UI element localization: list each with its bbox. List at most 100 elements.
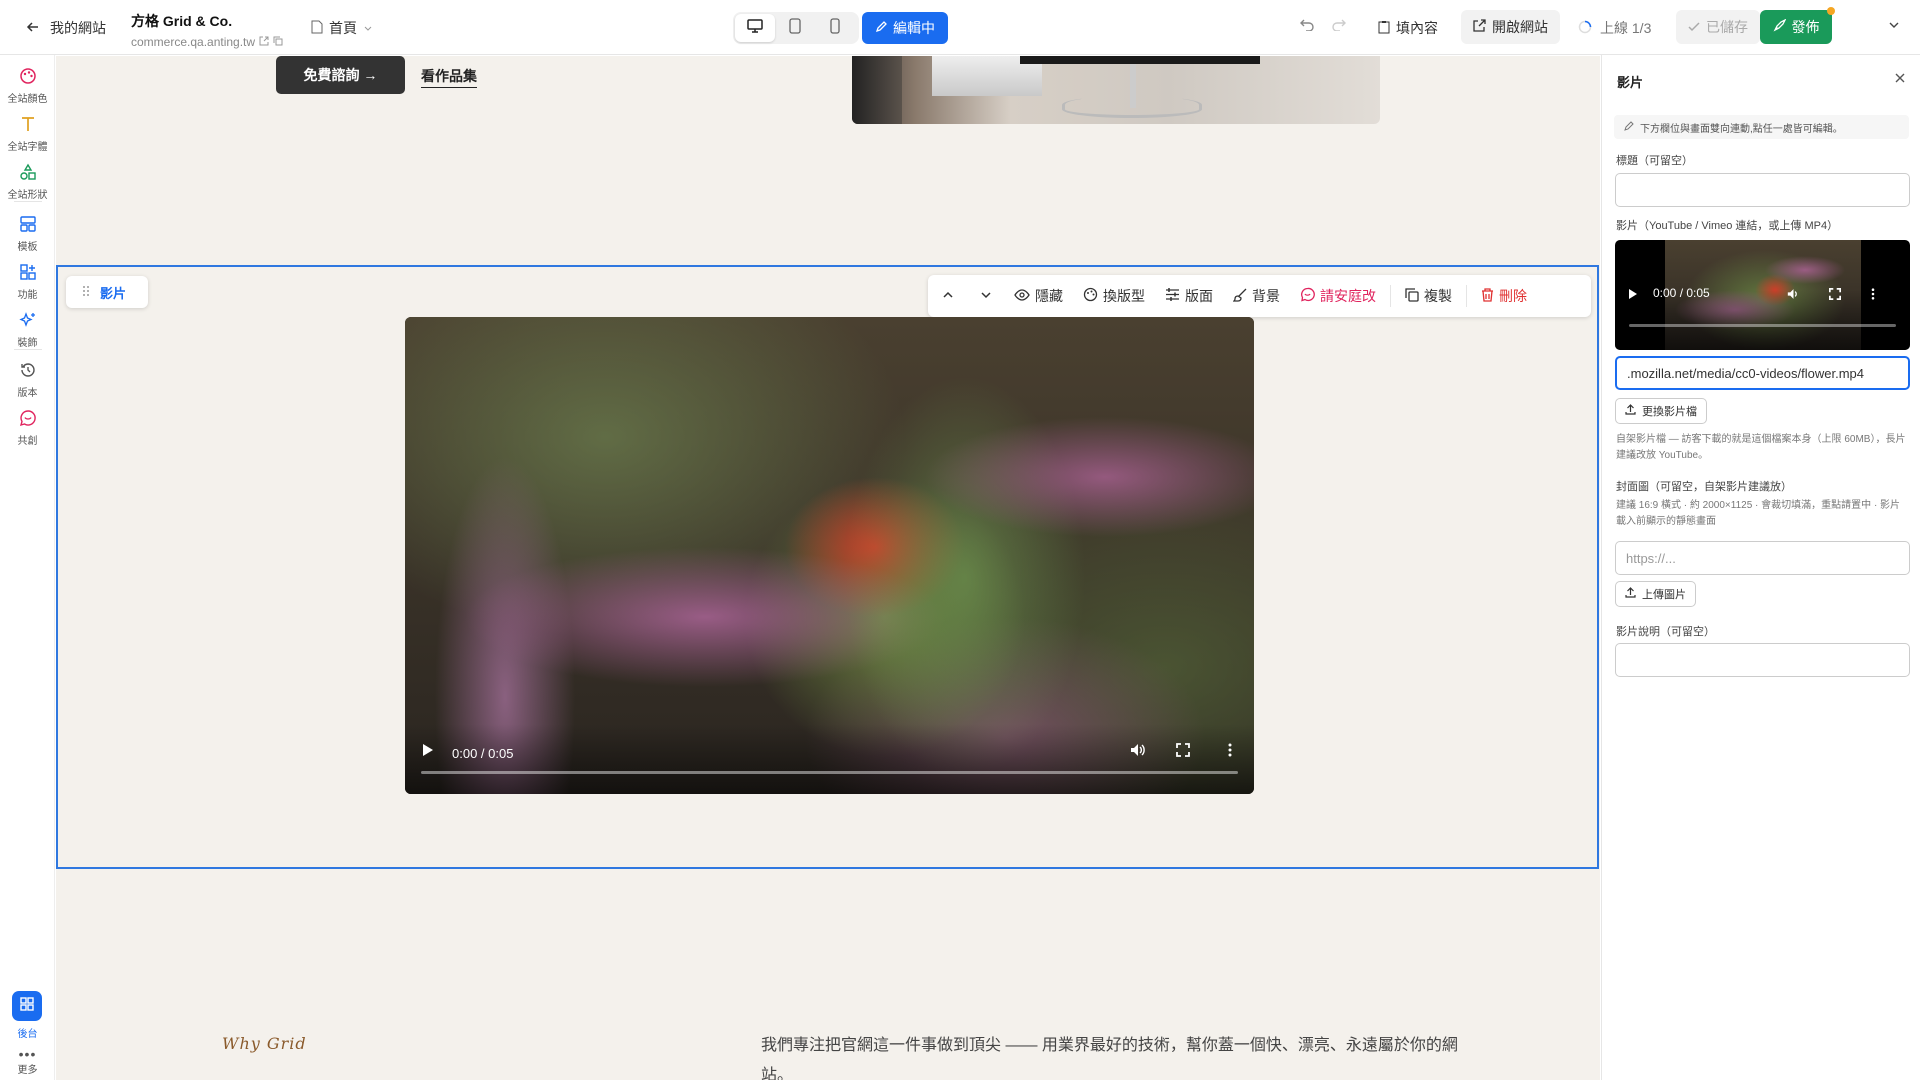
history-controls [1300,18,1346,34]
desktop-view-button[interactable] [735,14,775,42]
hide-button[interactable]: 隱藏 [1004,286,1073,306]
sidebar-item-fonts[interactable]: 全站字體 [0,115,55,153]
title-field[interactable] [1615,173,1910,207]
delete-button[interactable]: 刪除 [1471,286,1537,306]
more-button[interactable]: ••• 更多 [0,1047,55,1076]
video-preview[interactable]: 0:00 / 0:05 [1615,240,1910,350]
open-site-button[interactable]: 開啟網站 [1461,10,1560,44]
change-style-button[interactable]: 換版型 [1073,286,1155,306]
device-switcher [733,12,859,44]
sidebar-item-colors[interactable]: 全站顏色 [0,67,55,105]
caption-field[interactable] [1615,643,1910,677]
palette-icon [19,67,37,88]
more-menu-chevron[interactable] [1888,18,1900,34]
sidebar-item-label: 模板 [17,242,38,253]
drag-handle-icon[interactable] [82,285,90,300]
replace-video-label: 更換影片檔 [1642,406,1697,418]
ask-ai-button[interactable]: 請安庭改 [1290,286,1386,306]
hide-label: 隱藏 [1035,288,1063,304]
section-tag-label: 影片 [100,285,127,301]
volume-icon[interactable] [1787,287,1800,305]
sidebar-item-label: 全站顏色 [7,94,48,105]
volume-icon[interactable] [1130,743,1146,762]
layout-label: 版面 [1185,288,1213,304]
unpublished-dot [1827,7,1835,15]
video-section[interactable]: 影片 隱藏 換版型 版面 背景 請安庭改 複製 刪除 0:00 / 0:05 [56,265,1599,869]
background-button[interactable]: 背景 [1223,286,1290,306]
back-to-sites-link[interactable]: 我的網站 [26,18,106,38]
preview-progress-bar[interactable] [1629,324,1896,327]
play-icon[interactable] [423,744,433,756]
free-consult-button[interactable]: 免費諮詢 → [276,56,405,94]
sidebar-item-cocreate[interactable]: 共創 [0,409,55,447]
saved-button[interactable]: 已儲存 [1676,10,1760,44]
site-info: 方格 Grid & Co. commerce.qa.anting.tw [131,11,283,49]
mobile-view-button[interactable] [815,14,855,42]
redo-icon[interactable] [1332,18,1346,34]
tablet-view-button[interactable] [775,14,815,42]
left-sidebar: 全站顏色 全站字體 全站形狀 模板 功能 裝飾 版本 共創 後台 ••• 更多 [0,55,55,1080]
fullscreen-icon[interactable] [1176,743,1190,762]
video-more-icon[interactable] [1228,743,1232,762]
sidebar-item-decor[interactable]: 裝飾 [0,311,55,349]
move-down-button[interactable] [968,288,1004,304]
backend-label: 後台 [17,1029,38,1040]
saved-label: 已儲存 [1706,19,1748,35]
copy-icon[interactable] [273,35,283,49]
open-site-label: 開啟網站 [1492,19,1548,35]
fill-content-label: 填內容 [1396,20,1438,36]
play-icon[interactable] [1629,289,1637,299]
fullscreen-icon[interactable] [1829,287,1841,305]
sidebar-item-features[interactable]: 功能 [0,263,55,301]
eye-icon [1014,288,1030,304]
cover-url-placeholder: https://... [1626,550,1676,566]
sidebar-item-label: 裝飾 [17,338,38,349]
sidebar-item-shapes[interactable]: 全站形狀 [0,163,55,201]
sidebar-item-label: 全站字體 [7,142,48,153]
video-url-input[interactable]: .mozilla.net/media/cc0-videos/flower.mp4 [1615,356,1910,390]
video-frame [405,317,1254,794]
cover-url-input[interactable]: https://... [1615,541,1910,575]
chat-icon [1300,287,1315,305]
video-more-icon[interactable] [1871,287,1875,305]
undo-icon[interactable] [1300,18,1314,34]
layout-button[interactable]: 版面 [1155,286,1223,306]
video-progress-bar[interactable] [421,771,1238,774]
external-link-icon [1473,19,1486,35]
duplicate-button[interactable]: 複製 [1395,286,1462,306]
page-selector[interactable]: 首頁 [311,18,373,38]
online-status: 上線 1/3 [1578,18,1651,38]
properties-panel: 影片 下方欄位與畫面雙向連動,點任一處皆可編輯。 標題（可留空） 影片（YouT… [1601,55,1920,1080]
video-player[interactable]: 0:00 / 0:05 [405,317,1254,794]
chevron-down-icon [980,288,992,304]
upload-image-button[interactable]: 上傳圖片 [1615,581,1696,607]
check-icon [1688,19,1700,35]
chevron-down-icon [1888,18,1900,34]
upload-icon [1625,404,1636,418]
hero-image [852,56,1380,124]
fill-content-button[interactable]: 填內容 [1378,18,1438,38]
publish-button[interactable]: 發佈 [1760,7,1835,44]
replace-video-button[interactable]: 更換影片檔 [1615,398,1707,424]
tablet-icon [789,17,801,39]
edit-mode-button[interactable]: 編輯中 [862,12,948,44]
desktop-icon [747,18,763,38]
brush-icon [1232,288,1247,305]
background-label: 背景 [1252,288,1280,304]
move-up-button[interactable] [928,288,968,304]
section-tag[interactable]: 影片 [66,276,148,308]
sidebar-item-templates[interactable]: 模板 [0,215,55,253]
type-icon [19,115,37,136]
upload-icon [1625,587,1636,601]
backend-button[interactable] [12,991,42,1021]
more-label: 更多 [17,1065,38,1076]
sidebar-item-versions[interactable]: 版本 [0,361,55,399]
page-icon [311,20,323,37]
grid-plus-icon [19,263,37,284]
external-link-icon[interactable] [259,35,269,49]
site-url[interactable]: commerce.qa.anting.tw [131,35,255,49]
close-icon[interactable] [1894,71,1906,89]
why-grid-title-cut [222,1066,432,1080]
portfolio-link[interactable]: 看作品集 [421,66,477,88]
online-label: 上線 1/3 [1600,20,1652,36]
